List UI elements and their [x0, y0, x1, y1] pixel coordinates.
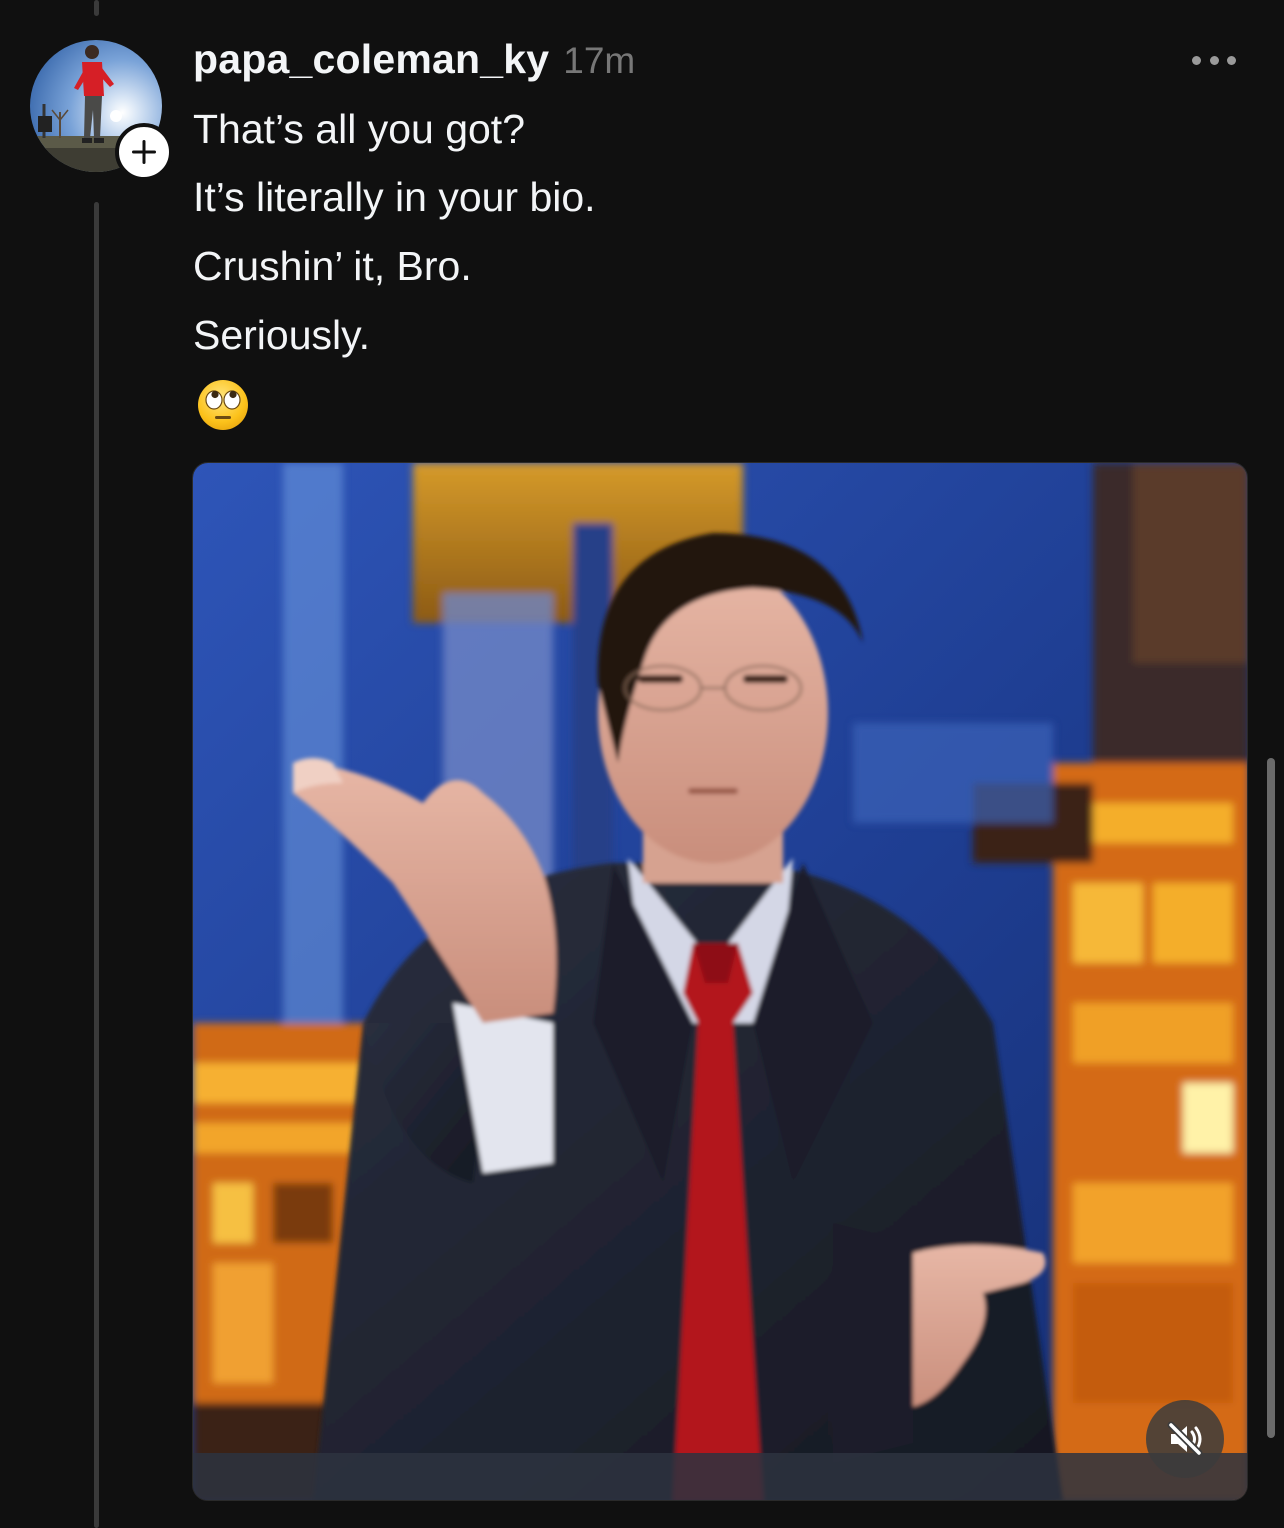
video-frame	[193, 463, 1247, 1500]
post-header: papa_coleman_ky 17m	[193, 36, 635, 86]
thread-reply-view: papa_coleman_ky 17m That’s all you got? …	[0, 0, 1284, 1528]
post-text-line-1: That’s all you got?	[193, 106, 526, 152]
follow-button[interactable]	[115, 123, 173, 181]
post-text-line-2: It’s literally in your bio.	[193, 174, 596, 220]
thread-line-top	[94, 0, 99, 16]
mute-toggle-button[interactable]	[1146, 1400, 1224, 1478]
post-timestamp: 17m	[563, 40, 636, 81]
more-horizontal-icon-dot	[1209, 55, 1219, 65]
username-link[interactable]: papa_coleman_ky	[193, 36, 549, 83]
speaker-muted-icon	[1167, 1421, 1203, 1457]
post-text-line-4: Seriously.	[193, 312, 370, 358]
face-with-rolling-eyes-icon	[198, 380, 248, 430]
more-horizontal-icon	[1192, 55, 1201, 65]
more-options-button[interactable]	[1192, 46, 1236, 74]
scrollbar[interactable]	[1267, 758, 1275, 1438]
plus-icon	[132, 140, 156, 164]
thread-connector-line	[94, 202, 99, 1528]
more-horizontal-icon-dot	[1227, 55, 1236, 65]
post-text-line-3: Crushin’ it, Bro.	[193, 243, 472, 289]
video-attachment[interactable]	[192, 462, 1248, 1501]
